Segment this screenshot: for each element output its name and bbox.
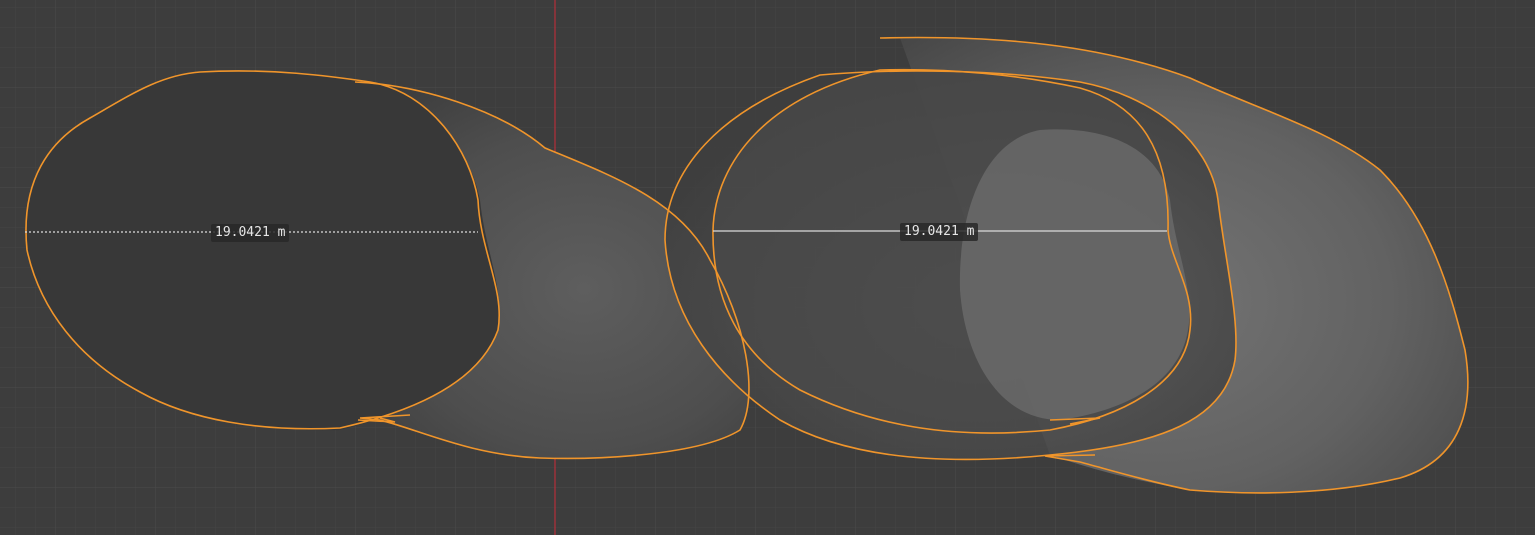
measurement-label-right: 19.0421 m xyxy=(900,223,979,241)
measurement-label-left: 19.0421 m xyxy=(211,224,290,242)
3d-viewport[interactable]: 19.0421 m 19.0421 m xyxy=(0,0,1535,535)
viewport-canvas[interactable] xyxy=(0,0,1535,535)
rock-right-lit-face xyxy=(959,129,1190,420)
